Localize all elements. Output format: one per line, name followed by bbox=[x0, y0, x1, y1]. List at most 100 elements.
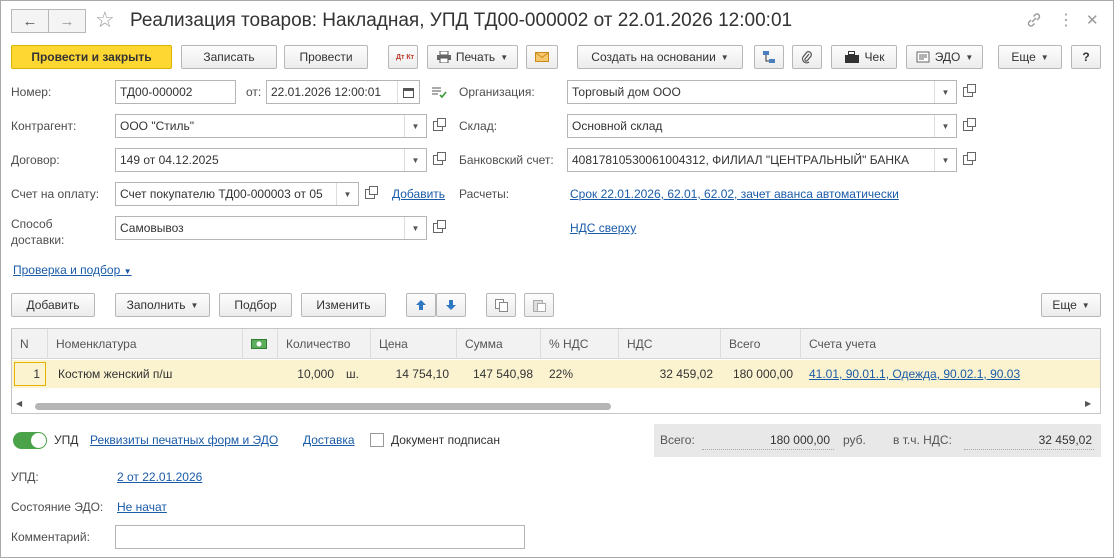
chevron-down-icon[interactable]: ▼ bbox=[404, 217, 426, 239]
column-header-vat-rate[interactable]: % НДС bbox=[541, 329, 619, 359]
warehouse-field[interactable]: Основной склад ▼ bbox=[567, 114, 957, 138]
invoice-field[interactable]: Счет покупателю ТД00-000003 от 05 ▼ bbox=[115, 182, 359, 206]
open-contract-button[interactable] bbox=[428, 148, 448, 172]
organization-field[interactable]: Торговый дом ООО ▼ bbox=[567, 80, 957, 104]
paste-button[interactable] bbox=[524, 293, 554, 317]
date-field[interactable]: 22.01.2026 12:00:01 bbox=[266, 80, 420, 104]
create-based-on-label: Создать на основании bbox=[591, 50, 716, 64]
delivery-label-line1: Способ bbox=[11, 217, 53, 231]
settlements-link[interactable]: Срок 22.01.2026, 62.01, 62.02, зачет ава… bbox=[570, 187, 899, 201]
fill-label: Заполнить bbox=[126, 298, 186, 312]
open-warehouse-button[interactable] bbox=[958, 114, 978, 138]
number-field[interactable]: ТД00-000002 bbox=[115, 80, 236, 104]
table-more-button[interactable]: Еще ▼ bbox=[1041, 293, 1101, 317]
open-delivery-method-button[interactable] bbox=[428, 216, 448, 240]
column-header-n[interactable]: N bbox=[12, 329, 48, 359]
invoice-add-link[interactable]: Добавить bbox=[392, 187, 445, 201]
move-up-button[interactable] bbox=[406, 293, 436, 317]
change-button[interactable]: Изменить bbox=[301, 293, 386, 317]
close-icon[interactable]: ✕ bbox=[1086, 11, 1099, 29]
help-button[interactable]: ? bbox=[1071, 45, 1101, 69]
dt-kt-icon: Дт Кт bbox=[396, 53, 415, 61]
chevron-down-icon: ▼ bbox=[190, 300, 199, 310]
back-button[interactable]: ← bbox=[11, 9, 49, 33]
open-counterparty-button[interactable] bbox=[428, 114, 448, 138]
table-row[interactable]: 1 Костюм женский п/ш 10,000 ш. 14 754,10… bbox=[12, 360, 1100, 388]
open-bank-account-button[interactable] bbox=[958, 148, 978, 172]
cell-sum[interactable]: 147 540,98 bbox=[457, 360, 541, 388]
chevron-down-icon[interactable]: ▼ bbox=[934, 81, 956, 103]
post-and-close-button[interactable]: Провести и закрыть bbox=[11, 45, 172, 69]
edo-state-link[interactable]: Не начат bbox=[117, 500, 167, 514]
print-button[interactable]: Печать ▼ bbox=[427, 45, 518, 69]
vat-on-top-link[interactable]: НДС сверху bbox=[570, 221, 636, 235]
cell-accounts-link[interactable]: 41.01, 90.01.1, Одежда, 90.02.1, 90.03 bbox=[801, 360, 1100, 388]
column-header-total[interactable]: Всего bbox=[721, 329, 801, 359]
post-button[interactable]: Провести bbox=[284, 45, 368, 69]
column-header-vat[interactable]: НДС bbox=[619, 329, 721, 359]
edo-state-label: Состояние ЭДО: bbox=[11, 500, 104, 514]
move-down-button[interactable] bbox=[436, 293, 466, 317]
edo-button[interactable]: ЭДО ▼ bbox=[906, 45, 983, 69]
vat-included-value: 32 459,02 bbox=[1038, 433, 1092, 447]
pick-button[interactable]: Подбор bbox=[219, 293, 292, 317]
cell-price[interactable]: 14 754,10 bbox=[371, 360, 457, 388]
attach-button[interactable] bbox=[792, 45, 822, 69]
cell-vat[interactable]: 32 459,02 bbox=[619, 360, 721, 388]
document-status-icon[interactable] bbox=[431, 86, 447, 100]
email-button[interactable] bbox=[526, 45, 558, 69]
copy-row-button[interactable] bbox=[486, 293, 516, 317]
chevron-down-icon[interactable]: ▼ bbox=[934, 149, 956, 171]
forward-button[interactable]: → bbox=[48, 9, 86, 33]
scroll-left-icon[interactable]: ◀ bbox=[16, 399, 22, 408]
chevron-down-icon[interactable]: ▼ bbox=[934, 115, 956, 137]
column-header-sum[interactable]: Сумма bbox=[457, 329, 541, 359]
horizontal-scrollbar[interactable] bbox=[35, 403, 611, 410]
chevron-down-icon[interactable]: ▼ bbox=[336, 183, 358, 205]
scroll-right-icon[interactable]: ▶ bbox=[1085, 399, 1091, 408]
save-button[interactable]: Записать bbox=[181, 45, 277, 69]
bank-account-field[interactable]: 40817810530061004312, ФИЛИАЛ "ЦЕНТРАЛЬНЫ… bbox=[567, 148, 957, 172]
column-header-price[interactable]: Цена bbox=[371, 329, 457, 359]
invoice-label: Счет на оплату: bbox=[11, 187, 100, 201]
fill-button[interactable]: Заполнить ▼ bbox=[115, 293, 210, 317]
comment-field[interactable] bbox=[115, 525, 525, 549]
favorite-star-icon[interactable]: ☆ bbox=[95, 7, 115, 33]
receipt-button[interactable]: Чек bbox=[831, 45, 897, 69]
column-header-quantity[interactable]: Количество bbox=[278, 329, 371, 359]
create-based-on-button[interactable]: Создать на основании ▼ bbox=[577, 45, 743, 69]
currency-label: руб. bbox=[843, 433, 866, 447]
print-forms-link[interactable]: Реквизиты печатных форм и ЭДО bbox=[90, 433, 278, 447]
cell-vat-rate[interactable]: 22% bbox=[541, 360, 619, 388]
print-label: Печать bbox=[455, 50, 496, 64]
more-button[interactable]: Еще ▼ bbox=[998, 45, 1062, 69]
dt-kt-button[interactable]: Дт Кт bbox=[388, 45, 418, 69]
cell-unit[interactable]: ш. bbox=[342, 360, 372, 388]
open-organization-button[interactable] bbox=[958, 80, 978, 104]
structure-button[interactable] bbox=[754, 45, 784, 69]
column-header-item[interactable]: Номенклатура bbox=[48, 329, 243, 359]
column-header-price-type[interactable] bbox=[243, 329, 278, 359]
chevron-down-icon[interactable]: ▼ bbox=[404, 115, 426, 137]
open-invoice-button[interactable] bbox=[360, 182, 380, 206]
column-header-accounts[interactable]: Счета учета bbox=[801, 329, 1100, 359]
link-icon[interactable] bbox=[1025, 12, 1043, 28]
upd-toggle[interactable] bbox=[13, 432, 47, 449]
edo-icon bbox=[916, 51, 930, 63]
counterparty-field[interactable]: ООО "Стиль" ▼ bbox=[115, 114, 427, 138]
delivery-method-field[interactable]: Самовывоз ▼ bbox=[115, 216, 427, 240]
chevron-down-icon[interactable]: ▼ bbox=[404, 149, 426, 171]
document-signed-checkbox[interactable] bbox=[370, 433, 384, 447]
calendar-icon[interactable] bbox=[397, 81, 419, 103]
more-vertical-icon[interactable]: ⋮ bbox=[1058, 10, 1074, 30]
cell-n[interactable]: 1 bbox=[14, 362, 46, 386]
delivery-link[interactable]: Доставка bbox=[303, 433, 355, 447]
add-row-button[interactable]: Добавить bbox=[11, 293, 95, 317]
cell-item[interactable]: Костюм женский п/ш bbox=[50, 360, 240, 388]
contract-field[interactable]: 149 от 04.12.2025 ▼ bbox=[115, 148, 427, 172]
cell-total[interactable]: 180 000,00 bbox=[721, 360, 801, 388]
upd-link[interactable]: 2 от 22.01.2026 bbox=[117, 470, 202, 484]
more-label: Еще bbox=[1011, 50, 1036, 64]
check-and-pick-link[interactable]: Проверка и подбор ▼ bbox=[13, 263, 132, 277]
cell-quantity[interactable]: 10,000 bbox=[278, 360, 342, 388]
